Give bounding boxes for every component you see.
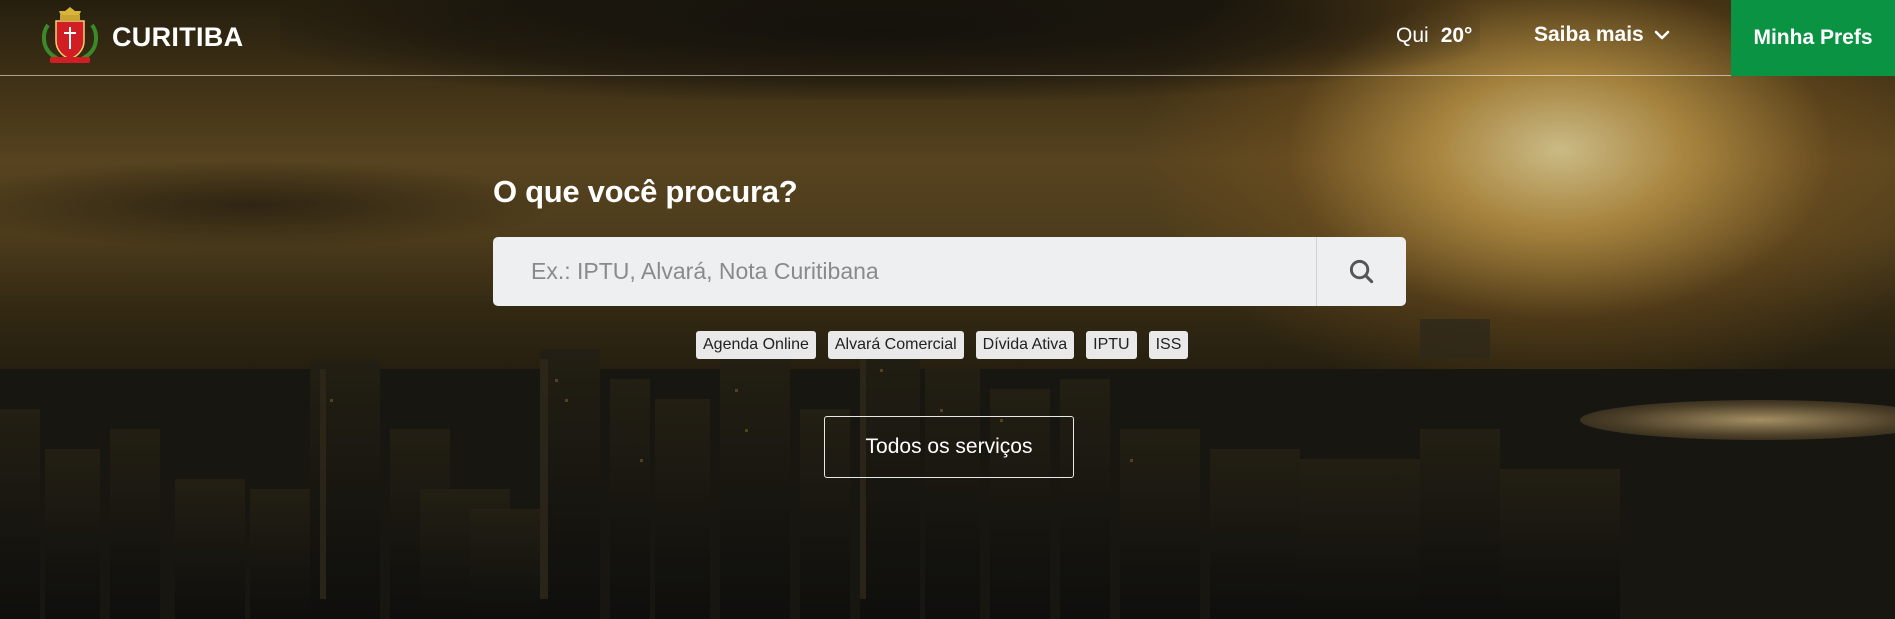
- quick-tag-alvara-comercial[interactable]: Alvará Comercial: [827, 331, 964, 359]
- minha-prefs-label: Minha Prefs: [1753, 26, 1873, 49]
- weather-widget: Qui 20°: [1396, 24, 1472, 48]
- search-input[interactable]: [493, 237, 1316, 306]
- brand-name: CURITIBA: [112, 21, 244, 52]
- hero-section: CURITIBA Qui 20° Saiba mais Minha Prefs …: [0, 0, 1895, 619]
- quick-tag-agenda-online[interactable]: Agenda Online: [696, 331, 816, 359]
- minha-prefs-button[interactable]: Minha Prefs: [1731, 0, 1895, 76]
- quick-tag-iss[interactable]: ISS: [1148, 331, 1189, 359]
- search-heading: O que você procura?: [493, 174, 798, 209]
- weather-day: Qui: [1396, 24, 1429, 47]
- quick-tag-divida-ativa[interactable]: Dívida Ativa: [975, 331, 1075, 359]
- quick-tag-iptu[interactable]: IPTU: [1086, 331, 1137, 359]
- search-button[interactable]: [1316, 237, 1406, 306]
- saiba-mais-dropdown[interactable]: Saiba mais: [1534, 23, 1670, 47]
- dark-overlay: [0, 0, 1895, 619]
- search-bar: [493, 237, 1406, 306]
- quick-tags: Agenda Online Alvará Comercial Dívida At…: [696, 331, 1189, 359]
- site-header: CURITIBA Qui 20° Saiba mais Minha Prefs: [0, 0, 1895, 76]
- weather-temperature: 20°: [1440, 24, 1473, 47]
- chevron-down-icon: [1654, 30, 1670, 40]
- search-icon: [1349, 259, 1374, 284]
- coat-of-arms-icon: [41, 7, 99, 63]
- saiba-mais-label: Saiba mais: [1534, 23, 1644, 46]
- site-logo[interactable]: CURITIBA: [38, 5, 243, 69]
- all-services-button[interactable]: Todos os serviços: [824, 416, 1074, 478]
- all-services-label: Todos os serviços: [865, 435, 1033, 458]
